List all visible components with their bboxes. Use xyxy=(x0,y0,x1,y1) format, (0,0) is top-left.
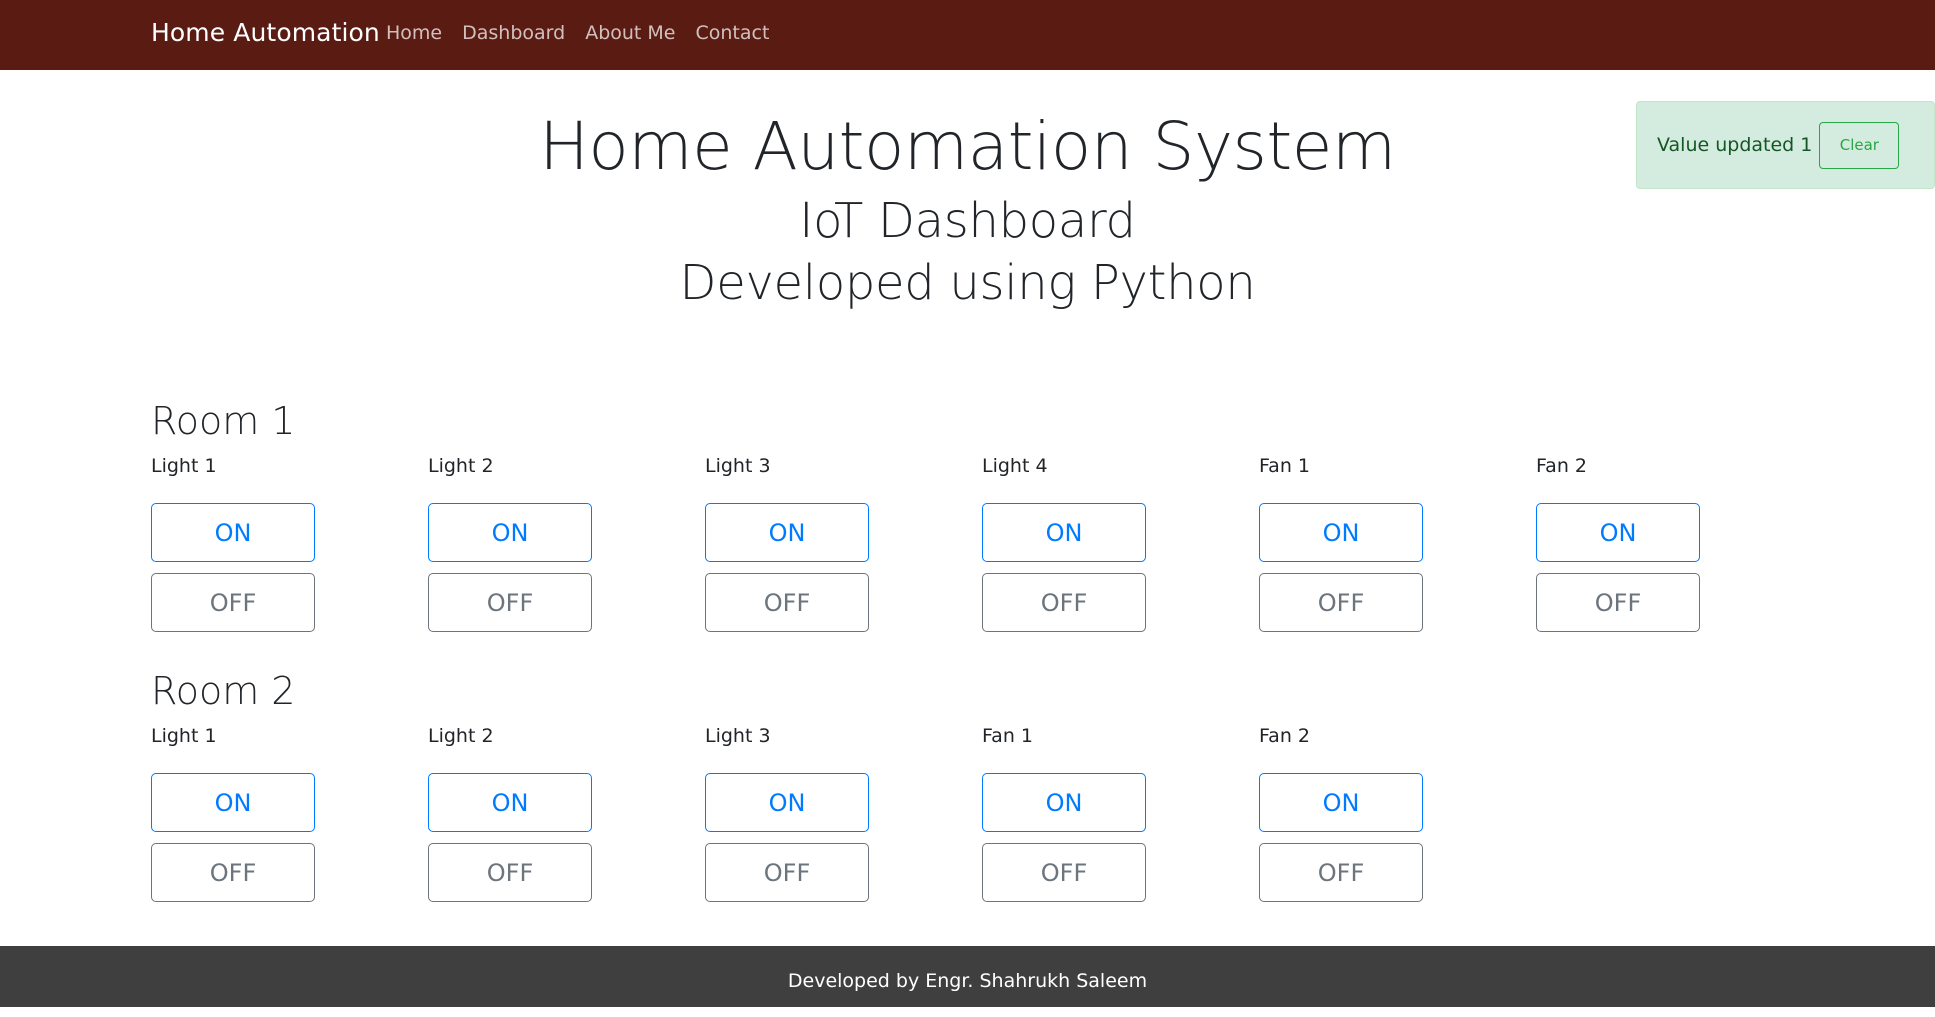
device-grid: Light 1 ON OFF Light 2 ON OFF Light 3 ON… xyxy=(151,454,1851,654)
device-label: Light 2 xyxy=(428,725,494,747)
brand-link[interactable]: Home Automation xyxy=(151,18,380,47)
nav-link-dashboard[interactable]: Dashboard xyxy=(462,22,565,44)
device-label: Fan 2 xyxy=(1259,725,1310,747)
room-title: Room 2 xyxy=(151,669,296,713)
page-title: Home Automation System xyxy=(539,108,1396,185)
on-button[interactable]: ON xyxy=(428,773,592,832)
device-label: Light 1 xyxy=(151,725,217,747)
page-subtitle-python: Developed using Python xyxy=(679,255,1256,311)
off-button[interactable]: OFF xyxy=(151,843,315,902)
on-button[interactable]: ON xyxy=(1259,773,1423,832)
room-title: Room 1 xyxy=(151,399,296,443)
device-card: Fan 1 ON OFF xyxy=(1259,454,1429,632)
device-label: Fan 1 xyxy=(1259,455,1310,477)
off-button[interactable]: OFF xyxy=(1259,843,1423,902)
nav-link-contact[interactable]: Contact xyxy=(696,22,770,44)
off-button[interactable]: OFF xyxy=(705,843,869,902)
on-button[interactable]: ON xyxy=(1536,503,1700,562)
off-button[interactable]: OFF xyxy=(151,573,315,632)
device-label: Light 1 xyxy=(151,455,217,477)
off-button[interactable]: OFF xyxy=(1536,573,1700,632)
nav-link-about-me[interactable]: About Me xyxy=(585,22,675,44)
off-button[interactable]: OFF xyxy=(705,573,869,632)
device-card: Light 1 ON OFF xyxy=(151,724,321,902)
off-button[interactable]: OFF xyxy=(982,843,1146,902)
hero-header: Home Automation System IoT Dashboard Dev… xyxy=(0,104,1935,314)
on-button[interactable]: ON xyxy=(982,503,1146,562)
on-button[interactable]: ON xyxy=(151,503,315,562)
device-label: Fan 2 xyxy=(1536,455,1587,477)
footer-credit: Developed by Engr. Shahrukh Saleem xyxy=(787,970,1148,992)
on-button[interactable]: ON xyxy=(705,503,869,562)
device-label: Light 3 xyxy=(705,725,771,747)
on-button[interactable]: ON xyxy=(151,773,315,832)
device-card: Light 2 ON OFF xyxy=(428,724,598,902)
device-card: Fan 1 ON OFF xyxy=(982,724,1152,902)
room-2-section: Room 2 Light 1 ON OFF Light 2 ON OFF Lig… xyxy=(151,668,1851,924)
page-subtitle-dashboard: IoT Dashboard xyxy=(799,193,1136,249)
device-label: Light 4 xyxy=(982,455,1048,477)
device-card: Light 1 ON OFF xyxy=(151,454,321,632)
navbar: Home Automation Home Dashboard About Me … xyxy=(0,0,1935,70)
device-card: Light 3 ON OFF xyxy=(705,724,875,902)
off-button[interactable]: OFF xyxy=(428,843,592,902)
footer: Developed by Engr. Shahrukh Saleem xyxy=(0,946,1935,1007)
device-label: Light 2 xyxy=(428,455,494,477)
on-button[interactable]: ON xyxy=(705,773,869,832)
device-card: Light 2 ON OFF xyxy=(428,454,598,632)
on-button[interactable]: ON xyxy=(982,773,1146,832)
room-1-section: Room 1 Light 1 ON OFF Light 2 ON OFF Lig… xyxy=(151,398,1851,654)
off-button[interactable]: OFF xyxy=(1259,573,1423,632)
device-card: Fan 2 ON OFF xyxy=(1536,454,1706,632)
device-card: Fan 2 ON OFF xyxy=(1259,724,1429,902)
on-button[interactable]: ON xyxy=(1259,503,1423,562)
nav-links: Home Dashboard About Me Contact xyxy=(386,22,769,44)
off-button[interactable]: OFF xyxy=(982,573,1146,632)
on-button[interactable]: ON xyxy=(428,503,592,562)
device-label: Light 3 xyxy=(705,455,771,477)
device-card: Light 4 ON OFF xyxy=(982,454,1152,632)
device-label: Fan 1 xyxy=(982,725,1033,747)
off-button[interactable]: OFF xyxy=(428,573,592,632)
device-grid: Light 1 ON OFF Light 2 ON OFF Light 3 ON… xyxy=(151,724,1851,924)
nav-link-home[interactable]: Home xyxy=(386,22,442,44)
device-card: Light 3 ON OFF xyxy=(705,454,875,632)
